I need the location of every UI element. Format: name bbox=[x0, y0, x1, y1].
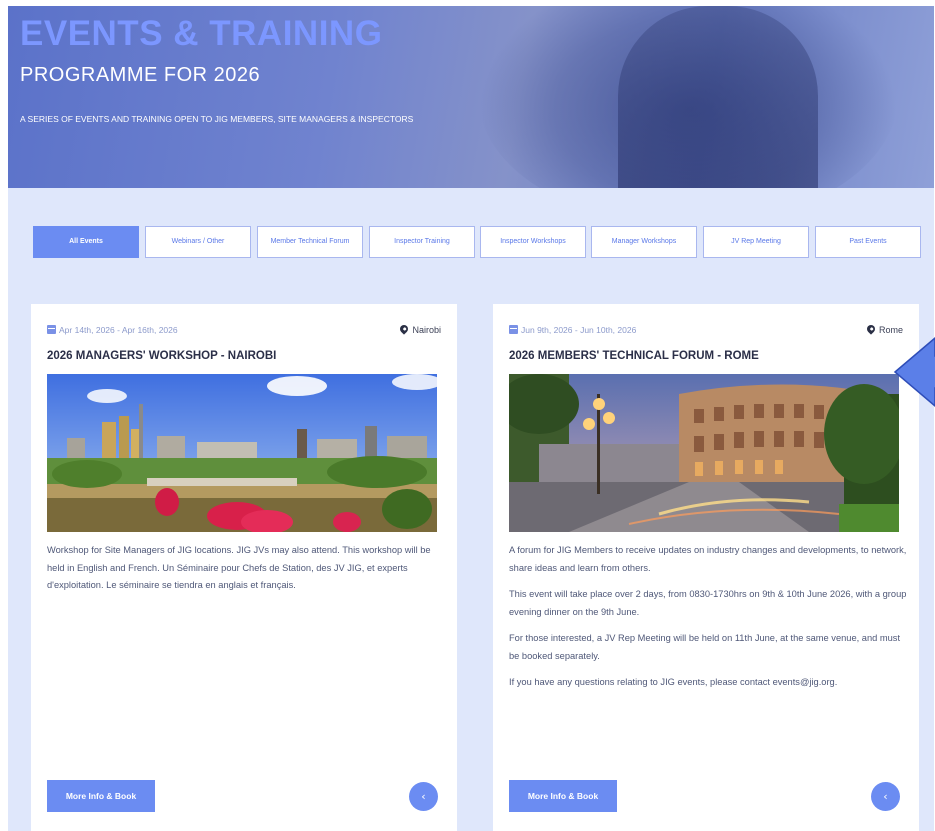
hero-banner: EVENTS & TRAINING PROGRAMME FOR 2026 A S… bbox=[8, 6, 934, 188]
description-paragraph: This event will take place over 2 days, … bbox=[509, 589, 907, 617]
tab-manager-workshops[interactable]: Manager Workshops bbox=[591, 226, 697, 258]
hero-description: A SERIES OF EVENTS AND TRAINING OPEN TO … bbox=[20, 114, 414, 124]
calendar-icon bbox=[47, 325, 56, 334]
tab-inspector-training[interactable]: Inspector Training bbox=[369, 226, 475, 258]
event-description: A forum for JIG Members to receive updat… bbox=[509, 542, 907, 701]
event-location: Rome bbox=[865, 323, 903, 335]
map-pin-icon bbox=[398, 323, 411, 335]
share-button[interactable]: ‹ bbox=[871, 782, 900, 811]
share-icon: ‹ bbox=[421, 790, 426, 803]
description-paragraph: Workshop for Site Managers of JIG locati… bbox=[47, 545, 431, 590]
hero-background-figure bbox=[618, 6, 818, 188]
event-title[interactable]: 2026 MANAGERS' WORKSHOP - NAIROBI bbox=[47, 350, 276, 362]
event-dates: Jun 9th, 2026 - Jun 10th, 2026 bbox=[521, 325, 637, 335]
event-meta: Jun 9th, 2026 - Jun 10th, 2026 Rome bbox=[509, 323, 903, 339]
more-info-book-button[interactable]: More Info & Book bbox=[509, 780, 617, 812]
more-info-book-button[interactable]: More Info & Book bbox=[47, 780, 155, 812]
event-location: Nairobi bbox=[398, 323, 441, 335]
share-icon: ‹ bbox=[883, 790, 888, 803]
description-paragraph: For those interested, a JV Rep Meeting w… bbox=[509, 633, 901, 661]
event-card-rome: Jun 9th, 2026 - Jun 10th, 2026 Rome 2026… bbox=[493, 304, 919, 831]
share-button[interactable]: ‹ bbox=[409, 782, 438, 811]
tab-inspector-workshops[interactable]: Inspector Workshops bbox=[480, 226, 586, 258]
event-card-nairobi: Apr 14th, 2026 - Apr 16th, 2026 Nairobi … bbox=[31, 304, 457, 831]
annotation-arrow-icon bbox=[893, 337, 935, 407]
event-image-nairobi-skyline[interactable] bbox=[47, 374, 437, 532]
map-pin-icon bbox=[865, 323, 877, 335]
page-content: EVENTS & TRAINING PROGRAMME FOR 2026 A S… bbox=[8, 6, 934, 831]
tab-webinars-other[interactable]: Webinars / Other bbox=[145, 226, 251, 258]
event-title[interactable]: 2026 MEMBERS' TECHNICAL FORUM - ROME bbox=[509, 350, 759, 362]
tab-member-technical-forum[interactable]: Member Technical Forum bbox=[257, 226, 363, 258]
tab-past-events[interactable]: Past Events bbox=[815, 226, 921, 258]
hero-title: EVENTS & TRAINING bbox=[20, 14, 383, 53]
location-label: Rome bbox=[878, 325, 903, 335]
description-paragraph: A forum for JIG Members to receive updat… bbox=[509, 545, 907, 573]
event-meta: Apr 14th, 2026 - Apr 16th, 2026 Nairobi bbox=[47, 323, 441, 339]
location-label: Nairobi bbox=[412, 325, 441, 335]
hero-subtitle: PROGRAMME FOR 2026 bbox=[20, 64, 261, 86]
description-paragraph: If you have any questions relating to JI… bbox=[509, 677, 838, 687]
event-image-rome-colosseum[interactable] bbox=[509, 374, 899, 532]
event-description: Workshop for Site Managers of JIG locati… bbox=[47, 542, 445, 604]
calendar-icon bbox=[509, 325, 518, 334]
event-dates: Apr 14th, 2026 - Apr 16th, 2026 bbox=[59, 325, 178, 335]
tab-all-events[interactable]: All Events bbox=[33, 226, 139, 258]
tab-jv-rep-meeting[interactable]: JV Rep Meeting bbox=[703, 226, 809, 258]
